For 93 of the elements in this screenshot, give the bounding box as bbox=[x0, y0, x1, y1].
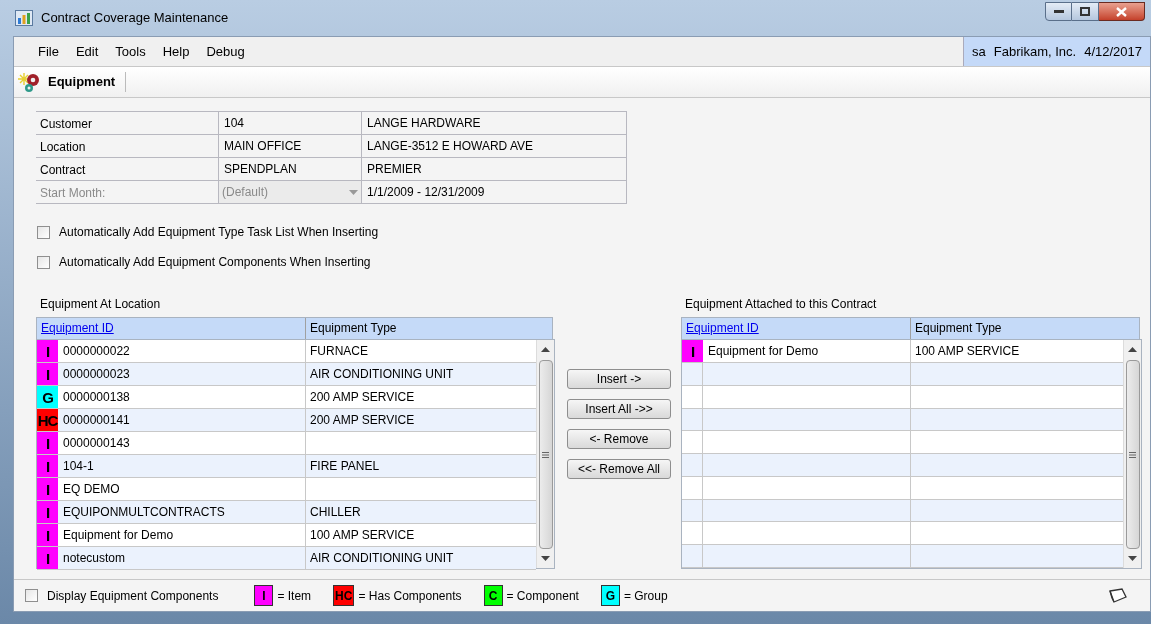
legend-label: = Group bbox=[623, 587, 668, 605]
type-badge: I bbox=[37, 501, 58, 523]
checkbox[interactable] bbox=[37, 225, 50, 239]
table-cell: 0000000141 bbox=[58, 409, 306, 431]
type-badge: I bbox=[682, 340, 703, 362]
type-badge: I bbox=[37, 432, 58, 454]
input-field[interactable]: 104 bbox=[219, 112, 362, 134]
type-badge: G bbox=[600, 585, 620, 606]
table-cell: 104-1 bbox=[58, 455, 306, 477]
status-info: Fabrikam, Inc. bbox=[993, 42, 1077, 61]
field-description: PREMIER bbox=[362, 158, 627, 180]
table-cell: 0000000022 bbox=[58, 340, 306, 362]
field-description: LANGE-3512 E HOWARD AVE bbox=[362, 135, 627, 157]
menu-item[interactable]: Tools bbox=[109, 41, 152, 62]
type-badge: G bbox=[37, 386, 58, 408]
table-cell: notecustom bbox=[58, 547, 306, 569]
menu-item[interactable]: Edit bbox=[69, 41, 105, 62]
sparkle-gear-icon bbox=[18, 71, 42, 93]
type-badge: HC bbox=[37, 409, 58, 431]
down-arrow-icon bbox=[541, 556, 550, 561]
table-cell-text: AIR CONDITIONING UNIT bbox=[309, 550, 455, 567]
move-button[interactable]: <<- Remove All bbox=[567, 459, 671, 479]
field-description: LANGE HARDWARE bbox=[362, 112, 627, 134]
status-info: sa bbox=[972, 42, 986, 61]
move-button[interactable]: Insert -> bbox=[567, 369, 671, 389]
chart-window-icon bbox=[15, 10, 33, 26]
checkbox[interactable] bbox=[25, 589, 38, 602]
table-cell-text: 200 AMP SERVICE bbox=[309, 412, 416, 429]
checkbox-label: Display Equipment Components bbox=[47, 587, 219, 605]
table-cell: Equipment for Demo bbox=[703, 340, 911, 362]
table-cell: EQ DEMO bbox=[58, 478, 306, 500]
checkbox-label: Automatically Add Equipment Type Task List When Inserting bbox=[59, 224, 379, 241]
panel-title: Equipment Attached to this Contract bbox=[685, 298, 878, 310]
menu-item[interactable]: Help bbox=[156, 41, 196, 62]
table-cell-text: 200 AMP SERVICE bbox=[309, 389, 416, 406]
scrollbar[interactable] bbox=[536, 340, 554, 568]
down-arrow-icon bbox=[1128, 556, 1137, 561]
minimize-icon bbox=[1053, 10, 1064, 13]
up-arrow-icon bbox=[1128, 347, 1137, 352]
checkbox-label: Automatically Add Equipment Components When Inserting bbox=[59, 254, 371, 271]
menu-item[interactable]: File bbox=[32, 41, 65, 62]
table-cell: 0000000143 bbox=[58, 432, 306, 454]
field-label: Customer bbox=[36, 112, 219, 134]
note-icon bbox=[1106, 586, 1128, 605]
minimize-button[interactable] bbox=[1045, 2, 1072, 21]
move-button[interactable]: <- Remove bbox=[567, 429, 671, 449]
maximize-icon bbox=[1080, 7, 1090, 16]
type-badge: I bbox=[37, 340, 58, 362]
type-badge: I bbox=[37, 455, 58, 477]
panel-title: Equipment At Location bbox=[40, 298, 162, 310]
window-title: Contract Coverage Maintenance bbox=[41, 9, 229, 28]
scroll-thumb[interactable] bbox=[538, 360, 553, 549]
type-badge: HC bbox=[333, 585, 355, 606]
table-cell-text: CHILLER bbox=[309, 504, 362, 521]
type-badge: C bbox=[483, 585, 503, 606]
type-badge: I bbox=[37, 478, 58, 500]
type-badge: I bbox=[37, 547, 58, 569]
input-field[interactable]: MAIN OFFICE bbox=[219, 135, 362, 157]
status-info: 4/12/2017 bbox=[1084, 42, 1142, 61]
equipment-button[interactable]: Equipment bbox=[18, 72, 127, 92]
type-badge: I bbox=[37, 524, 58, 546]
up-arrow-icon bbox=[541, 347, 550, 352]
maximize-button[interactable] bbox=[1072, 2, 1099, 21]
scrollbar[interactable] bbox=[1123, 340, 1141, 568]
close-button[interactable] bbox=[1099, 2, 1145, 21]
table-cell-text: AIR CONDITIONING UNIT bbox=[309, 366, 455, 383]
table-cell-text: 100 AMP SERVICE bbox=[914, 343, 1021, 360]
scroll-thumb[interactable] bbox=[1125, 360, 1140, 549]
table-cell: 0000000138 bbox=[58, 386, 306, 408]
column-header[interactable]: Equipment Type bbox=[911, 318, 1006, 339]
field-description: 1/1/2009 - 12/31/2009 bbox=[362, 181, 627, 203]
table-cell-text: FURNACE bbox=[309, 343, 369, 360]
checkbox[interactable] bbox=[37, 255, 50, 269]
table-cell-text: 100 AMP SERVICE bbox=[309, 527, 416, 544]
type-badge: I bbox=[254, 585, 274, 606]
legend-label: = Component bbox=[506, 587, 579, 605]
field-label: Location bbox=[36, 135, 219, 157]
type-badge: I bbox=[37, 363, 58, 385]
column-header[interactable]: Equipment Type bbox=[306, 318, 401, 339]
move-button[interactable]: Insert All ->> bbox=[567, 399, 671, 419]
table-cell: 0000000023 bbox=[58, 363, 306, 385]
table-cell: EQUIPONMULTCONTRACTS bbox=[58, 501, 306, 523]
dropdown-arrow-icon bbox=[349, 189, 358, 195]
table-cell: Equipment for Demo bbox=[58, 524, 306, 546]
input-field[interactable]: SPENDPLAN bbox=[219, 158, 362, 180]
grip-icon bbox=[1129, 451, 1136, 458]
field-label: Contract bbox=[36, 158, 219, 180]
close-icon bbox=[1116, 6, 1127, 17]
legend-label: = Has Components bbox=[358, 587, 462, 605]
menu-item[interactable]: Debug bbox=[200, 41, 251, 62]
legend-label: = Item bbox=[277, 587, 312, 605]
grip-icon bbox=[542, 451, 549, 458]
table-cell-text: FIRE PANEL bbox=[309, 458, 381, 475]
